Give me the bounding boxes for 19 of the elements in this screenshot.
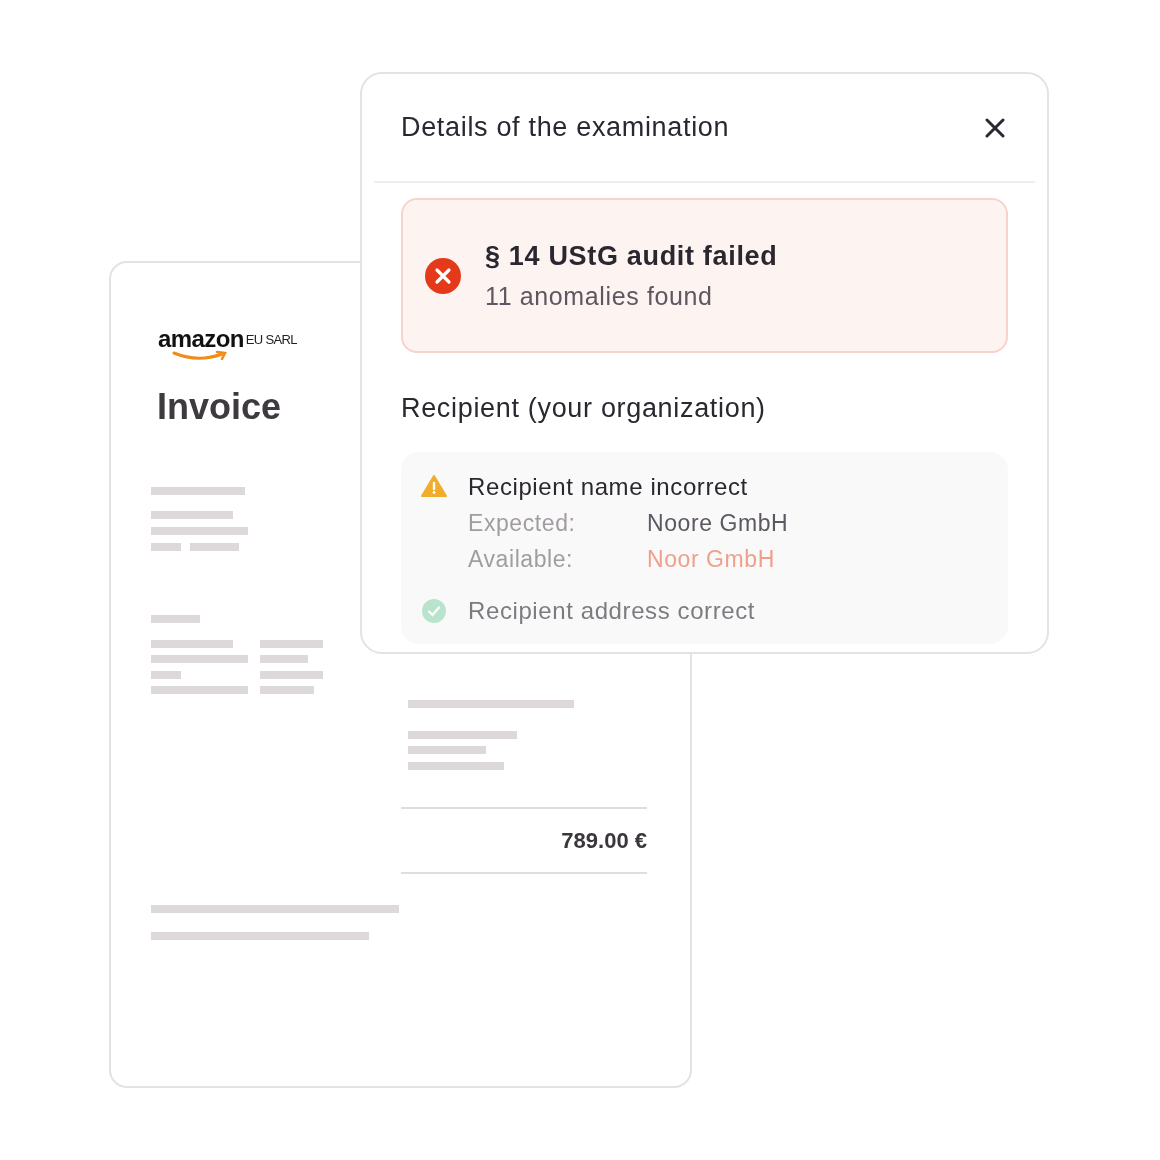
error-icon (425, 257, 461, 294)
invoice-total: 789.00 € (561, 827, 647, 855)
warning-icon (421, 475, 447, 497)
detail-value: Noore GmbH (647, 510, 789, 536)
smile-arrow-icon (172, 350, 230, 361)
detail-value: Noor GmbH (647, 546, 775, 572)
brand-logo-text: amazon (158, 327, 244, 351)
detail-label: Available: (468, 546, 575, 572)
section-heading: Recipient (your organization) (401, 395, 767, 422)
detail-label: Expected: (468, 510, 577, 536)
alert-subtitle: 11 anomalies found (485, 283, 714, 309)
invoice-title: Invoice (157, 389, 282, 425)
dialog-title: Details of the examination (401, 111, 730, 145)
check-icon (422, 599, 446, 623)
close-icon (985, 117, 1005, 138)
check-title: Recipient address correct (468, 598, 756, 624)
brand-suffix: EU SARL (245, 330, 297, 349)
alert-title: § 14 UStG audit failed (485, 242, 778, 270)
check-title: Recipient name incorrect (468, 474, 749, 500)
